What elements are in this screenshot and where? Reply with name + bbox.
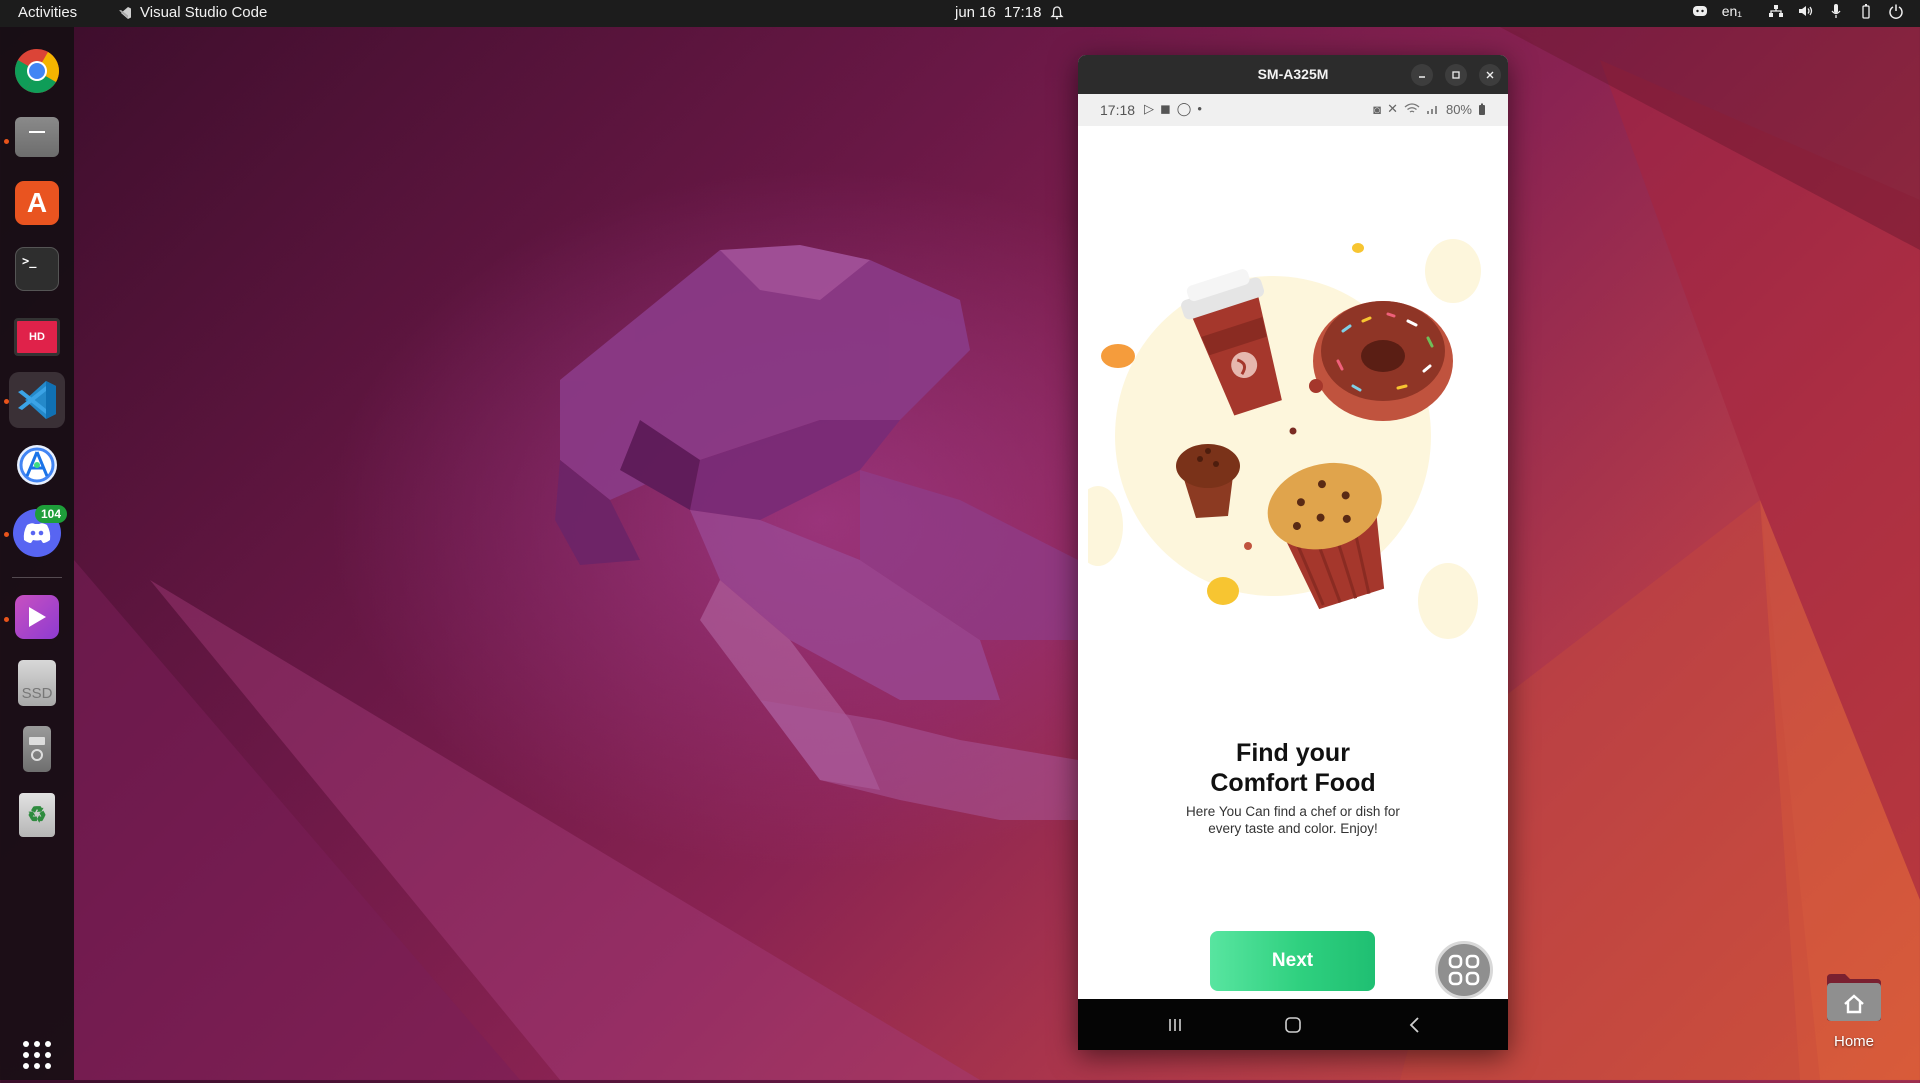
more-notifications-icon: • <box>1197 101 1202 116</box>
screen-recorder-icon: HD <box>14 318 60 356</box>
vscode-small-icon <box>119 6 131 19</box>
window-title: SM-A325M <box>1257 66 1329 82</box>
discord-icon: 104 <box>13 505 67 557</box>
dock-item-ssd[interactable]: SSD <box>9 655 65 711</box>
home-folder-icon <box>1827 974 1881 1021</box>
clock-date: jun 16 <box>955 4 996 21</box>
window-titlebar[interactable]: SM-A325M <box>1078 55 1508 94</box>
comfort-food-illustration <box>1088 239 1481 639</box>
yellow-drop-2 <box>1207 577 1239 605</box>
play-store-icon: ▷ <box>1144 101 1154 116</box>
subtext-line-1: Here You Can find a chef or dish for <box>1186 804 1400 819</box>
mute-icon: ✕ <box>1387 101 1398 116</box>
network-icon[interactable] <box>1768 3 1784 19</box>
android-status-bar: 17:18 ▷ ◼ ◯ • ◙ ✕ 80% <box>1078 94 1508 126</box>
home-nav-button[interactable] <box>1278 1013 1308 1037</box>
maximize-icon <box>1452 71 1460 79</box>
vscode-icon <box>18 381 56 419</box>
top-panel: Activities Visual Studio Code jun 16 17:… <box>0 0 1920 27</box>
back-nav-button[interactable] <box>1400 1013 1430 1037</box>
power-icon[interactable] <box>1888 3 1904 19</box>
dock-item-vscode[interactable] <box>9 372 65 428</box>
microphone-icon[interactable] <box>1828 3 1844 19</box>
minimize-button[interactable] <box>1411 64 1433 86</box>
onboarding-headline: Find your Comfort Food <box>1078 738 1508 798</box>
app-store-icon: A <box>15 181 59 225</box>
minimize-icon <box>1419 76 1425 78</box>
close-icon <box>1486 71 1494 79</box>
volume-icon[interactable] <box>1798 3 1814 19</box>
subtext-line-2: every taste and color. Enjoy! <box>1208 821 1378 836</box>
onboarding-subtext: Here You Can find a chef or dish for eve… <box>1078 803 1508 837</box>
recent-apps-button[interactable] <box>1160 1013 1190 1037</box>
orange-drop <box>1101 344 1135 368</box>
shopping-bag-icon: ◼ <box>1160 101 1171 116</box>
maximize-button[interactable] <box>1445 64 1467 86</box>
desktop-home-folder[interactable]: Home <box>1822 972 1886 1062</box>
next-button[interactable]: Next <box>1210 931 1375 991</box>
dock-item-chrome[interactable] <box>9 43 65 99</box>
floating-menu-button[interactable] <box>1435 941 1493 999</box>
home-nav-icon <box>1285 1017 1301 1033</box>
trash-icon: ♻ <box>19 793 55 837</box>
dock-item-trash[interactable]: ♻ <box>9 787 65 843</box>
dock-item-ubuntu-software[interactable]: A <box>9 175 65 231</box>
alarm-icon: ◙ <box>1373 101 1382 117</box>
dock-item-show-applications[interactable] <box>9 1027 65 1083</box>
whatsapp-icon: ◯ <box>1176 101 1192 116</box>
close-button[interactable] <box>1479 64 1501 86</box>
android-navigation-bar <box>1078 999 1508 1050</box>
dock-item-screen-recorder[interactable]: HD <box>9 309 65 365</box>
phone-battery-icon <box>1479 103 1485 115</box>
headline-line-2: Comfort Food <box>1210 769 1376 797</box>
wifi-icon <box>1404 103 1420 113</box>
discord-tray-icon[interactable] <box>1692 3 1708 19</box>
grid-menu-icon <box>1448 954 1480 986</box>
signal-icon <box>1426 106 1437 114</box>
files-icon <box>15 117 59 157</box>
discord-badge: 104 <box>34 505 67 523</box>
android-studio-icon <box>17 445 57 485</box>
donut-icon <box>1313 301 1453 421</box>
video-player-icon <box>15 595 59 639</box>
ssd-drive-icon: SSD <box>18 660 56 706</box>
system-tray[interactable]: en₁ <box>1692 3 1904 19</box>
terminal-icon: >_ <box>15 247 59 291</box>
focused-app-menu[interactable]: Visual Studio Code <box>118 4 267 21</box>
app-grid-icon <box>23 1041 51 1069</box>
headline-line-1: Find your <box>1236 739 1350 767</box>
dock-item-external-drive[interactable] <box>9 721 65 777</box>
recents-icon <box>1169 1019 1181 1031</box>
battery-icon[interactable] <box>1858 3 1874 19</box>
yellow-drop <box>1352 243 1364 253</box>
dock-item-terminal[interactable]: >_ <box>9 241 65 297</box>
clock-time: 17:18 <box>1003 4 1042 21</box>
input-language[interactable]: en₁ <box>1722 3 1742 19</box>
usb-drive-icon <box>23 726 51 772</box>
chrome-icon <box>15 49 59 93</box>
dock: A >_ HD 104 SSD ♻ <box>0 27 74 1080</box>
dock-item-android-studio[interactable] <box>9 437 65 493</box>
bell-icon <box>1049 5 1065 21</box>
dock-item-discord[interactable]: 104 <box>9 505 67 561</box>
dock-item-files[interactable] <box>9 109 65 165</box>
activities-button[interactable]: Activities <box>18 4 77 21</box>
wallpaper <box>74 27 1920 1080</box>
clock[interactable]: jun 16 17:18 <box>955 4 1065 21</box>
app-screen: Find your Comfort Food Here You Can find… <box>1078 126 1508 999</box>
phone-mirror-window: SM-A325M 17:18 ▷ ◼ ◯ • ◙ ✕ 80% Find your… <box>1078 55 1508 1050</box>
status-time: 17:18 <box>1100 102 1136 118</box>
home-folder-label: Home <box>1833 1033 1874 1050</box>
back-icon <box>1409 1017 1419 1033</box>
battery-percent: 80% <box>1445 101 1472 117</box>
focused-app-name: Visual Studio Code <box>140 4 268 21</box>
dock-item-video-player[interactable] <box>9 589 65 645</box>
ssd-label: SSD <box>21 685 53 702</box>
